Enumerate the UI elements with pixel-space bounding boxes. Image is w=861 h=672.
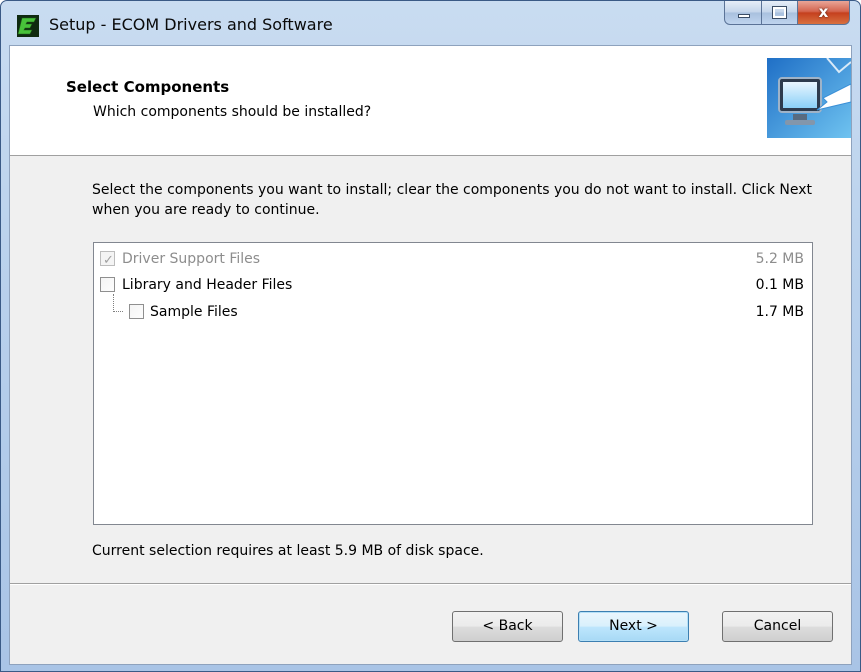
tree-connector [113,294,123,312]
component-size: 5.2 MB [755,251,804,267]
components-list[interactable]: ✓ Driver Support Files 5.2 MB Library an… [93,242,813,525]
component-checkbox[interactable] [129,304,144,319]
component-checkbox[interactable]: ✓ [100,251,115,268]
setup-window: Setup - ECOM Drivers and Software x Sele… [0,0,861,672]
next-button[interactable]: Next > [578,611,689,642]
component-checkbox[interactable] [100,277,115,292]
component-label: Library and Header Files [122,277,293,293]
component-row[interactable]: Sample Files 1.7 MB [94,294,812,324]
component-size: 0.1 MB [755,277,804,293]
close-button[interactable]: x [798,1,850,25]
instructions-text: Select the components you want to instal… [92,182,812,218]
minimize-icon [738,14,750,18]
window-title: Setup - ECOM Drivers and Software [49,15,333,34]
monitor-arrow-icon [767,58,851,138]
title-bar[interactable]: Setup - ECOM Drivers and Software x [1,1,860,45]
component-row[interactable]: ✓ Driver Support Files 5.2 MB [94,247,812,271]
maximize-icon [772,6,787,19]
ecom-app-icon [17,15,39,37]
wizard-client-area: Select Components Which components shoul… [9,45,852,665]
maximize-button[interactable] [762,1,798,25]
component-size: 1.7 MB [755,304,804,320]
disk-space-text: Current selection requires at least 5.9 … [92,543,484,559]
divider [10,583,851,585]
caption-buttons: x [724,1,850,25]
back-button[interactable]: < Back [452,611,563,642]
component-row[interactable]: Library and Header Files 0.1 MB [94,273,812,297]
minimize-button[interactable] [724,1,762,25]
cancel-button[interactable]: Cancel [722,611,833,642]
checkmark-icon: ✓ [103,253,114,268]
component-label: Sample Files [150,304,238,320]
page-title: Select Components [66,78,230,96]
wizard-header: Select Components Which components shoul… [10,46,851,156]
component-label: Driver Support Files [122,251,261,267]
page-subtitle: Which components should be installed? [93,104,372,120]
close-icon: x [818,3,829,21]
